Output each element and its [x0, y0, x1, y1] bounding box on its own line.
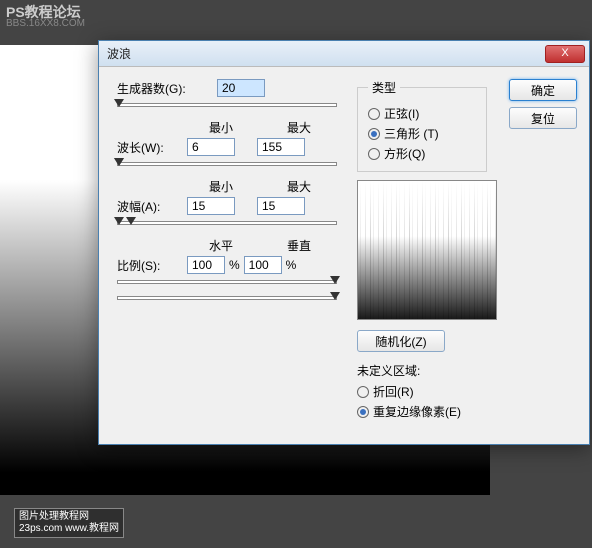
amplitude-slider[interactable]	[117, 221, 337, 225]
undef-legend: 未定义区域:	[357, 362, 577, 379]
watermark-bottom-1: 图片处理教程网	[19, 511, 119, 523]
wavelength-slider[interactable]	[117, 162, 337, 166]
undefined-area-group: 未定义区域: 折回(R) 重复边缘像素(E)	[357, 362, 577, 420]
type-square-label: 方形(Q)	[384, 145, 425, 162]
left-panel: 生成器数(G): 最小 最大 波长(W): 最小 最大 波幅(A):	[117, 79, 347, 312]
watermark-bottom: 图片处理教程网 23ps.com www.教程网	[14, 508, 124, 538]
watermark-bottom-2: 23ps.com www.教程网	[19, 523, 119, 535]
undef-wrap-radio[interactable]: 折回(R)	[357, 383, 577, 400]
type-square-radio[interactable]: 方形(Q)	[368, 145, 476, 162]
wavelength-min-input[interactable]	[187, 138, 235, 156]
percent-2: %	[286, 258, 297, 272]
scale-v-slider[interactable]	[117, 296, 337, 300]
wavelength-max-input[interactable]	[257, 138, 305, 156]
type-sine-label: 正弦(I)	[384, 105, 419, 122]
type-legend: 类型	[368, 79, 400, 96]
min-label-1: 最小	[197, 119, 245, 136]
scale-v-input[interactable]	[244, 256, 282, 274]
type-triangle-label: 三角形 (T)	[384, 125, 439, 142]
amplitude-max-input[interactable]	[257, 197, 305, 215]
preview-thumbnail	[357, 180, 497, 320]
vert-label: 垂直	[275, 237, 323, 254]
type-fieldset: 类型 正弦(I) 三角形 (T) 方形(Q)	[357, 79, 487, 172]
radio-icon	[368, 128, 380, 140]
max-label-2: 最大	[275, 178, 323, 195]
wavelength-label: 波长(W):	[117, 139, 187, 156]
undef-repeat-radio[interactable]: 重复边缘像素(E)	[357, 403, 577, 420]
amplitude-label: 波幅(A):	[117, 198, 187, 215]
radio-icon	[357, 406, 369, 418]
scale-h-slider[interactable]	[117, 280, 337, 284]
max-label-1: 最大	[275, 119, 323, 136]
ok-button[interactable]: 确定	[509, 79, 577, 101]
type-triangle-radio[interactable]: 三角形 (T)	[368, 125, 476, 142]
generators-slider[interactable]	[117, 103, 337, 107]
right-panel: 确定 复位 类型 正弦(I) 三角形 (T) 方形(Q)	[357, 79, 577, 423]
scale-label: 比例(S):	[117, 257, 187, 274]
close-button[interactable]: X	[545, 45, 585, 63]
percent-1: %	[229, 258, 240, 272]
dialog-title: 波浪	[107, 45, 131, 62]
min-label-2: 最小	[197, 178, 245, 195]
randomize-button[interactable]: 随机化(Z)	[357, 330, 445, 352]
watermark-url: BBS.16XX8.COM	[6, 18, 85, 29]
undef-wrap-label: 折回(R)	[373, 383, 414, 400]
generators-label: 生成器数(G):	[117, 80, 187, 97]
reset-button[interactable]: 复位	[509, 107, 577, 129]
type-sine-radio[interactable]: 正弦(I)	[368, 105, 476, 122]
scale-h-input[interactable]	[187, 256, 225, 274]
radio-icon	[368, 148, 380, 160]
horiz-label: 水平	[197, 237, 245, 254]
titlebar[interactable]: 波浪 X	[99, 41, 589, 67]
radio-icon	[368, 108, 380, 120]
radio-icon	[357, 386, 369, 398]
wave-dialog: 波浪 X 生成器数(G): 最小 最大 波长(W): 最小	[98, 40, 590, 445]
amplitude-min-input[interactable]	[187, 197, 235, 215]
undef-repeat-label: 重复边缘像素(E)	[373, 403, 461, 420]
generators-input[interactable]	[217, 79, 265, 97]
